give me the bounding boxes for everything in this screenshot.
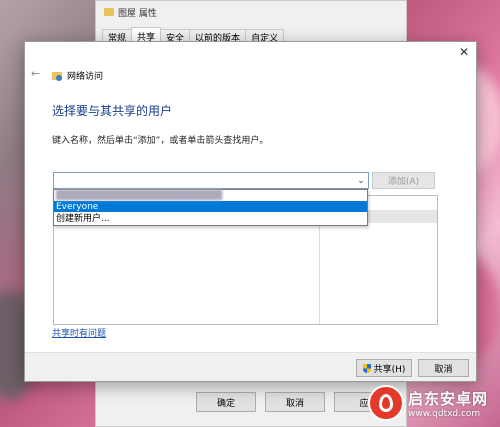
watermark-url: www.qdtxd.com	[408, 408, 481, 419]
properties-title-text: 图屋 属性	[118, 8, 157, 19]
back-arrow-icon[interactable]: ←	[31, 67, 40, 80]
dialog-header: 网络访问	[52, 69, 103, 82]
watermark: 启东安卓网 www.qdtxd.com	[368, 385, 488, 421]
share-button[interactable]: 共享(H)	[356, 359, 412, 377]
user-dropdown-list: ████████████████████████ Everyone 创建新用户.…	[53, 189, 368, 226]
uac-shield-icon	[362, 363, 371, 373]
chevron-down-icon[interactable]: ⌄	[354, 173, 368, 188]
properties-title: 图屋 属性	[104, 4, 157, 20]
folder-icon	[104, 8, 114, 16]
network-share-icon	[52, 70, 62, 82]
share-button-label: 共享(H)	[373, 364, 406, 375]
cancel-button[interactable]: 取消	[418, 359, 469, 377]
instruction-text: 键入名称，然后单击“添加”，或者单击箭头查找用户。	[52, 136, 269, 146]
close-icon[interactable]: ✕	[459, 45, 469, 59]
dropdown-item-create-user[interactable]: 创建新用户...	[54, 212, 367, 224]
watermark-logo-icon	[368, 385, 404, 421]
add-button[interactable]: 添加(A)	[372, 172, 435, 189]
properties-buttons: 确定 取消 应	[196, 392, 394, 412]
watermark-title: 启东安卓网	[408, 389, 489, 408]
watermark-text: 启东安卓网 www.qdtxd.com	[408, 388, 488, 419]
user-name-combobox[interactable]: ⌄	[53, 172, 369, 189]
properties-ok-button[interactable]: 确定	[196, 392, 256, 412]
dialog-footer: 共享(H) 取消	[25, 352, 476, 381]
sharing-help-link[interactable]: 共享时有问题	[52, 326, 106, 339]
dialog-header-title: 网络访问	[67, 72, 104, 82]
properties-cancel-button[interactable]: 取消	[265, 392, 325, 412]
network-access-dialog: ✕ ← 网络访问 选择要与其共享的用户 键入名称，然后单击“添加”，或者单击箭头…	[24, 41, 477, 382]
page-title: 选择要与其共享的用户	[52, 104, 173, 118]
dropdown-item-blurred[interactable]: ████████████████████████	[54, 190, 367, 201]
